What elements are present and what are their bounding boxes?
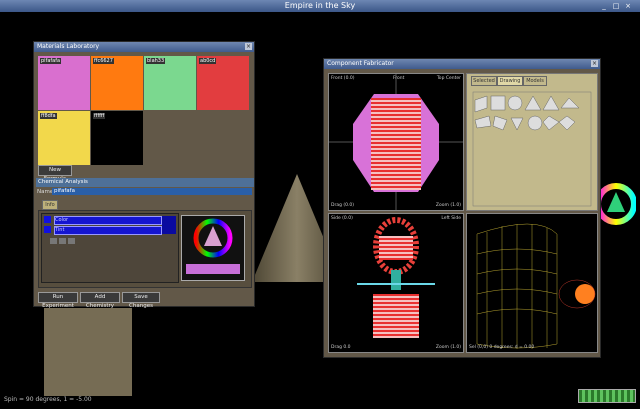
swatch-grid: pifafafa ffc6627 blah33 ab0cd ff8dfa ffffff: [38, 56, 250, 166]
move-up-button[interactable]: [50, 238, 57, 244]
chem-header: Chemical Analysis: [36, 178, 254, 187]
chem-panel: Color Tint: [38, 210, 252, 288]
component-fabricator-window[interactable]: Component Fabricator × Front (0.0) Front …: [323, 58, 601, 358]
materials-lab-header[interactable]: Materials Laboratory ×: [34, 42, 254, 52]
color-wheel-icon[interactable]: [596, 174, 636, 234]
front-view-zoom: Zoom (1.0): [435, 203, 461, 208]
list-item[interactable]: Tint: [54, 226, 162, 235]
progress-grid: [578, 389, 636, 403]
save-changes-button[interactable]: Save Changes: [122, 292, 160, 309]
shape-tools[interactable]: [467, 74, 597, 210]
move-down-button[interactable]: [59, 238, 66, 244]
add-chemistry-button[interactable]: Add Chemistry: [80, 292, 120, 309]
side-view-drag: Drag 0.0: [331, 345, 351, 350]
add-item-button[interactable]: [68, 238, 75, 244]
fabricator-header[interactable]: Component Fabricator ×: [324, 59, 600, 69]
swatch-label: ffffff: [93, 113, 106, 119]
material-swatch[interactable]: ff8dfa: [38, 111, 90, 165]
new-formula-button[interactable]: New Formula: [38, 165, 72, 182]
scene-floor: [44, 308, 132, 396]
materials-lab-window[interactable]: Materials Laboratory × pifafafa ffc6627 bla…: [33, 41, 255, 309]
front-model: [329, 74, 463, 210]
hue-wheel-icon[interactable]: [182, 216, 244, 280]
front-view[interactable]: Front (0.0) Front Top Center Drag (0.0) …: [328, 73, 464, 211]
status-text: Spin = 90 degrees, 1 = -5.00: [4, 396, 92, 403]
side-view[interactable]: Side (0.0) Left Side Drag 0.0 Zoom (1.0): [328, 213, 464, 353]
run-experiment-button[interactable]: Run Experiment: [38, 292, 78, 309]
swatch-label: ab0cd: [199, 58, 217, 64]
minimize-icon[interactable]: _: [600, 2, 608, 10]
material-swatch[interactable]: ffc6627: [91, 56, 143, 110]
side-view-label: Side (0.0): [331, 216, 353, 221]
front-view-title: Front: [393, 76, 405, 81]
swatch-label: ffc6627: [93, 58, 114, 64]
list-marker: [44, 226, 51, 233]
title-bar: Empire in the Sky _ □ ×: [0, 0, 640, 12]
list-marker: [44, 216, 51, 223]
material-swatch[interactable]: pifafafa: [38, 56, 90, 110]
side-view-zoom: Zoom (1.0): [435, 345, 461, 350]
maximize-icon[interactable]: □: [612, 2, 620, 10]
front-view-drag: Drag (0.0): [331, 203, 355, 208]
wireframe-model: [476, 223, 596, 349]
perspective-view[interactable]: Sel (0,0) 0 degrees: d = 0.00: [466, 213, 598, 353]
swatch-label: pifafafa: [40, 58, 62, 64]
material-swatch[interactable]: blah33: [144, 56, 196, 110]
list-scrollbar[interactable]: [162, 216, 176, 234]
material-swatch[interactable]: ffffff: [91, 111, 143, 165]
parts-palette: Selected Drawing Models: [466, 73, 598, 211]
close-icon[interactable]: ×: [591, 60, 598, 67]
swatch-label: ff8dfa: [40, 113, 57, 119]
material-swatch[interactable]: ab0cd: [197, 56, 249, 110]
close-icon[interactable]: ×: [245, 43, 252, 50]
name-input[interactable]: pifafafa: [52, 188, 252, 195]
side-model: [357, 217, 435, 338]
window-title: Empire in the Sky: [284, 1, 356, 10]
tab-info[interactable]: Info: [42, 200, 58, 210]
color-picker[interactable]: [181, 215, 245, 281]
front-view-label: Front (0.0): [331, 76, 355, 81]
perspective-view-status: Sel (0,0) 0 degrees: d = 0.00: [469, 345, 535, 350]
chem-list: Color Tint: [41, 213, 179, 283]
name-label: Name: [37, 189, 54, 195]
close-icon[interactable]: ×: [624, 2, 632, 10]
swatch-label: blah33: [146, 58, 166, 64]
list-item[interactable]: Color: [54, 216, 162, 225]
side-view-corner: Left Side: [441, 216, 461, 221]
front-view-corner: Top Center: [436, 76, 461, 81]
